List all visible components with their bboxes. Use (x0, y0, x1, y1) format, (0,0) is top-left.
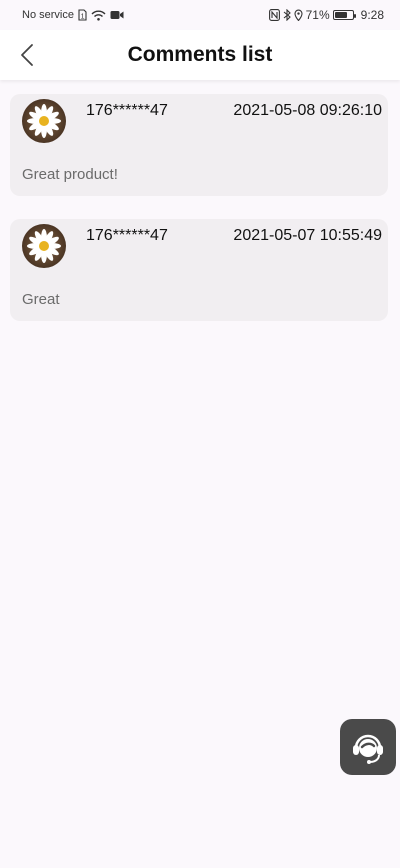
comment-user: 176******47 (86, 227, 168, 244)
battery-icon (332, 10, 356, 20)
status-bar: No service 1 71% 9:28 (0, 0, 400, 30)
clock: 9:28 (360, 8, 384, 22)
page-title: Comments list (127, 43, 273, 66)
svg-text:1: 1 (81, 14, 85, 21)
comment-user: 176******47 (86, 102, 168, 119)
video-call-icon (110, 10, 124, 20)
battery-percent: 71% (305, 8, 330, 22)
status-left: No service 1 (22, 9, 124, 21)
back-button[interactable] (14, 42, 40, 68)
nfc-icon (268, 9, 280, 21)
comments-list: 176******47 2021-05-08 09:26:10 Great pr… (10, 94, 388, 344)
comment-text: Great (22, 291, 60, 308)
comment-card: 176******47 2021-05-07 10:55:49 Great (10, 219, 388, 321)
customer-service-button[interactable] (340, 719, 396, 775)
comment-text: Great product! (22, 166, 118, 183)
status-right: 71% 9:28 (268, 8, 384, 22)
app-header: Comments list (0, 30, 400, 80)
comment-timestamp: 2021-05-07 10:55:49 (233, 227, 382, 244)
wifi-icon (91, 10, 106, 21)
location-icon (294, 9, 303, 21)
daisy-avatar (22, 224, 66, 268)
customer-service-headset-icon (353, 734, 383, 764)
comment-timestamp: 2021-05-08 09:26:10 (233, 102, 382, 119)
daisy-avatar (22, 99, 66, 143)
comment-card: 176******47 2021-05-08 09:26:10 Great pr… (10, 94, 388, 196)
chevron-left-icon (21, 44, 33, 66)
bluetooth-icon (283, 9, 291, 21)
battery-fill (334, 12, 347, 18)
carrier-text: No service (22, 9, 74, 21)
sim-icon: 1 (78, 9, 87, 21)
